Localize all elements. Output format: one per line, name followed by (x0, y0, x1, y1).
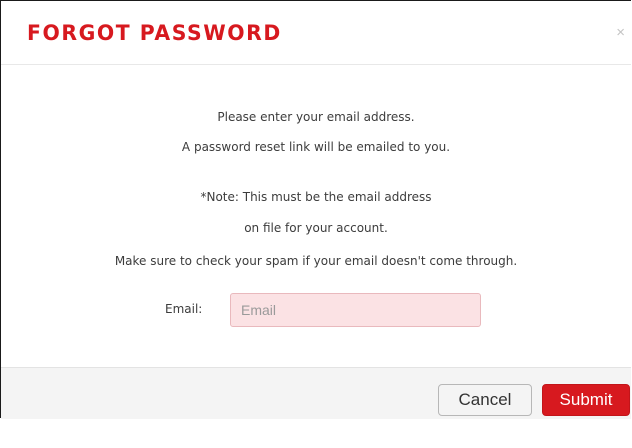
submit-button[interactable]: Submit (542, 384, 630, 416)
modal-header: FORGOT PASSWORD × (1, 1, 631, 65)
instruction-line-2: A password reset link will be emailed to… (181, 140, 451, 154)
email-row: Email: (1, 292, 631, 328)
close-icon[interactable]: × (616, 25, 625, 40)
email-label: Email: (165, 302, 203, 316)
instruction-line-1: Please enter your email address. (217, 110, 415, 124)
cancel-button[interactable]: Cancel (438, 384, 532, 416)
modal-title: FORGOT PASSWORD (27, 21, 282, 45)
email-input[interactable] (230, 293, 481, 327)
spam-note-line: Make sure to check your spam if your ema… (114, 254, 518, 268)
modal-body: Please enter your email address. A passw… (1, 65, 631, 367)
modal-footer: Cancel Submit (1, 367, 631, 419)
note-line-2: on file for your account. (244, 221, 388, 235)
forgot-password-modal: FORGOT PASSWORD × Please enter your emai… (0, 0, 631, 419)
note-line-1: *Note: This must be the email address (200, 190, 432, 204)
